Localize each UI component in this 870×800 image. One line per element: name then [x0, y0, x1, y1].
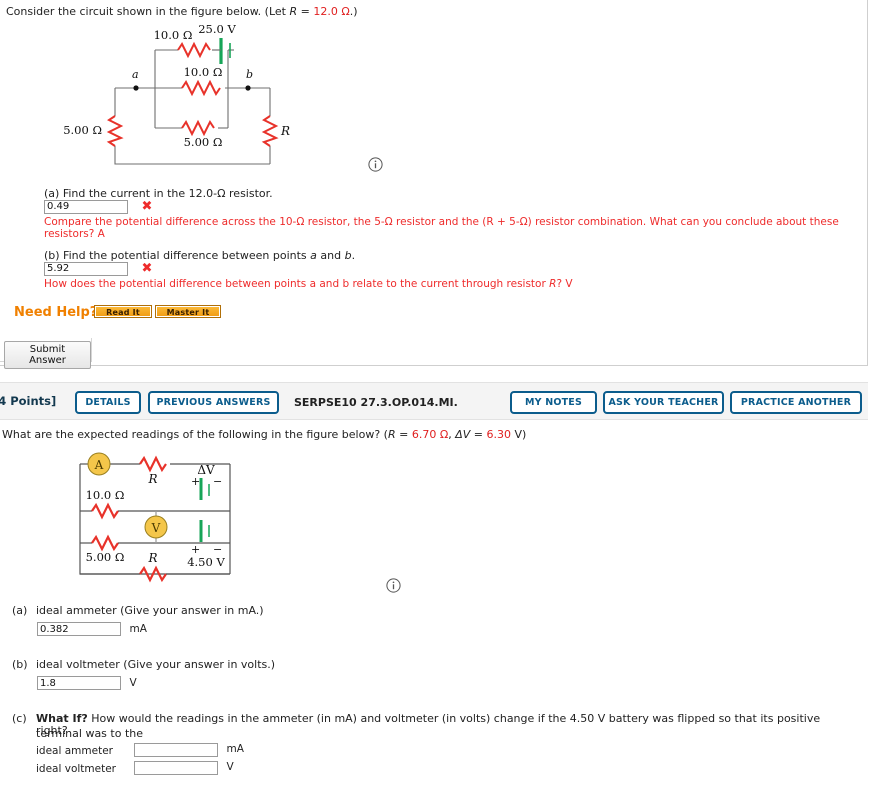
unit-v: V [226, 761, 234, 773]
resistor-label-top-R: R [147, 472, 157, 486]
submit-answer-button[interactable]: Submit Answer [4, 341, 91, 369]
delta-v-label: ΔV [197, 463, 215, 477]
circuit-figure-2: A V + − ΔV + − 4.50 V R R 10.0 Ω 5.00 Ω [70, 448, 370, 591]
resistor-label-mid: 10.0 Ω [184, 65, 223, 79]
p2-stem-pre: What are the expected readings of the fo… [2, 428, 388, 441]
previous-answers-button[interactable]: PREVIOUS ANSWERS [148, 391, 279, 414]
ideal-ammeter-input-c[interactable] [134, 742, 218, 757]
need-help-label: Need Help? [14, 305, 98, 320]
part-b-feedback-pre: How does the potential difference betwee… [44, 278, 550, 290]
p2-part-c-marker: (c) [12, 712, 27, 725]
my-notes-button[interactable]: MY NOTES [510, 391, 597, 414]
resistor-label-10ohm: 10.0 Ω [86, 488, 125, 502]
voltmeter-letter: V [151, 521, 161, 535]
p2-part-b-label: ideal voltmeter (Give your answer in vol… [36, 658, 276, 671]
practice-another-button[interactable]: PRACTICE ANOTHER [730, 391, 862, 414]
unit-ma: mA [129, 623, 147, 635]
points-label: /4 Points] [0, 394, 57, 408]
resistor-label-bottom: 5.00 Ω [184, 135, 223, 149]
resistor-label-left: 5.00 Ω [63, 123, 102, 137]
p2-part-c-row1-label: ideal ammeter [36, 745, 113, 757]
part-b-answer-input[interactable] [44, 261, 128, 276]
problem-2-header-bar: /4 Points] DETAILS PREVIOUS ANSWERS SERP… [0, 382, 868, 420]
p2-part-b-marker: (b) [12, 658, 28, 671]
part-a-answer-row: ✖ [44, 199, 152, 214]
p2-part-c-row2-label: ideal voltmeter [36, 763, 116, 775]
part-b-answer-row: ✖ [44, 261, 152, 276]
p2-part-c-row2-field: V [134, 760, 234, 775]
p2-stem-eq1: = [395, 428, 412, 441]
info-icon[interactable] [386, 578, 401, 596]
part-b-node-b: b [344, 249, 352, 262]
battery-label-25v: 25.0 V [198, 22, 236, 36]
part-b-feedback: How does the potential difference betwee… [44, 278, 573, 290]
p2-part-a-label: ideal ammeter (Give your answer in mA.) [36, 604, 264, 617]
ideal-ammeter-input-a[interactable] [37, 622, 121, 636]
part-b-text-post: . [351, 249, 356, 262]
p2-stem-val-r: 6.70 Ω [411, 428, 449, 441]
read-it-button[interactable]: Read It [94, 305, 152, 318]
p2-part-b-answer-row: V [37, 676, 137, 690]
resistor-label-right-R: R [280, 124, 290, 138]
resistor-label-5ohm: 5.00 Ω [86, 550, 125, 564]
ask-your-teacher-button[interactable]: ASK YOUR TEACHER [603, 391, 724, 414]
p2-part-a-answer-row: mA [37, 622, 147, 636]
p2-stem-var-r: R [387, 428, 396, 441]
part-b-and: and [316, 249, 345, 262]
resistor-label-top: 10.0 Ω [154, 28, 193, 42]
problem-1-panel: Consider the circuit shown in the figure… [0, 0, 868, 366]
incorrect-mark-icon: ✖ [141, 261, 153, 276]
part-b-feedback-post: ? V [556, 278, 573, 290]
p2-stem-eq2: = [470, 428, 487, 441]
p2-stem-unit-v: V) [511, 428, 527, 441]
unit-ma: mA [226, 743, 244, 755]
unit-v: V [129, 677, 137, 689]
part-b-node-a: a [310, 249, 317, 262]
ideal-voltmeter-input-b[interactable] [37, 676, 121, 690]
ammeter-letter: A [94, 458, 104, 472]
part-a-answer-input[interactable] [44, 199, 128, 214]
p2-part-c-text-line2: right? [36, 724, 68, 737]
details-button[interactable]: DETAILS [75, 391, 141, 414]
master-it-button[interactable]: Master It [155, 305, 221, 318]
resistor-label-bottom-R: R [147, 551, 157, 565]
p2-stem-var-v: ΔV [455, 428, 471, 441]
problem-2-stem: What are the expected readings of the fo… [2, 428, 526, 443]
battery-label-450v: 4.50 V [187, 555, 225, 569]
exercise-page: Consider the circuit shown in the figure… [0, 0, 870, 800]
info-icon[interactable] [368, 157, 383, 175]
ideal-voltmeter-input-c[interactable] [134, 760, 218, 775]
part-a-feedback: Compare the potential difference across … [44, 216, 839, 240]
node-label-b: b [246, 68, 253, 81]
incorrect-mark-icon: ✖ [141, 199, 153, 214]
p2-part-c-row1-field: mA [134, 742, 244, 757]
circuit-figure-1: 25.0 V 10.0 Ω 10.0 Ω 5.00 Ω 5.00 Ω R a b [60, 16, 360, 169]
node-label-a: a [132, 68, 139, 81]
what-if-body: How would the readings in the ammeter (i… [36, 712, 821, 740]
p2-stem-val-v: 6.30 [486, 428, 512, 441]
p2-part-a-marker: (a) [12, 604, 28, 617]
question-code: SERPSE10 27.3.OP.014.MI. [294, 396, 458, 409]
submit-answer-area: Submit Answer [0, 338, 92, 369]
p2-part-c-text: What If? How would the readings in the a… [36, 712, 848, 742]
